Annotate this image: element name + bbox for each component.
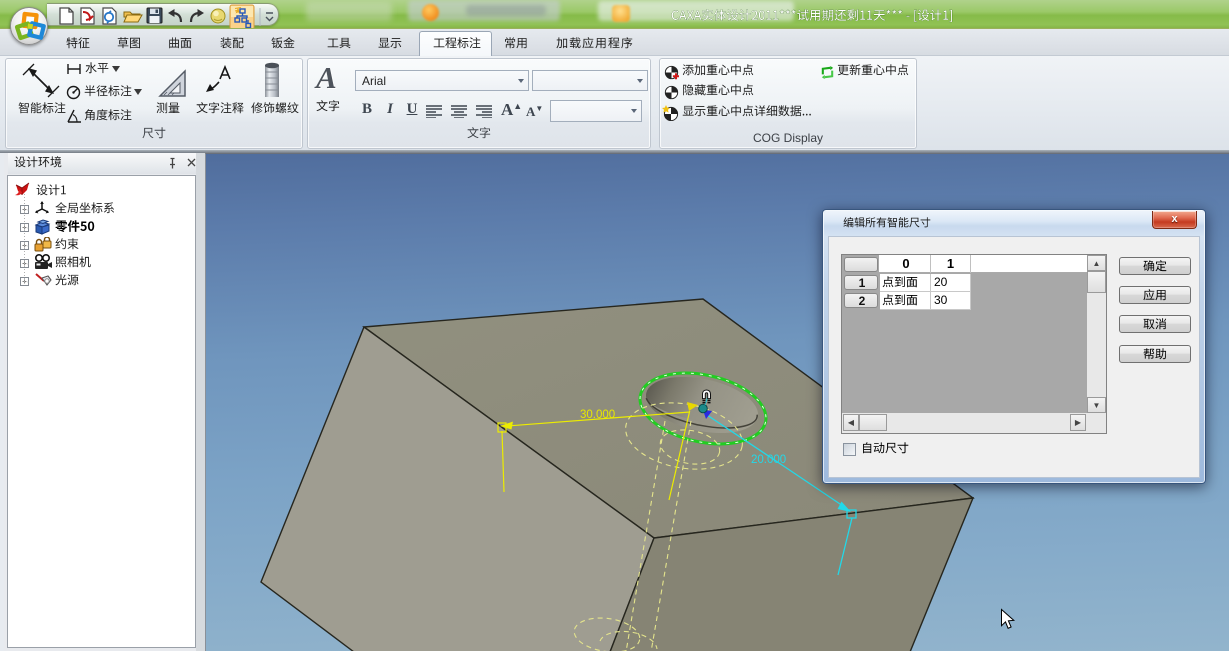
svg-text:20.000: 20.000	[751, 454, 786, 466]
svg-text:30.000: 30.000	[580, 409, 615, 421]
